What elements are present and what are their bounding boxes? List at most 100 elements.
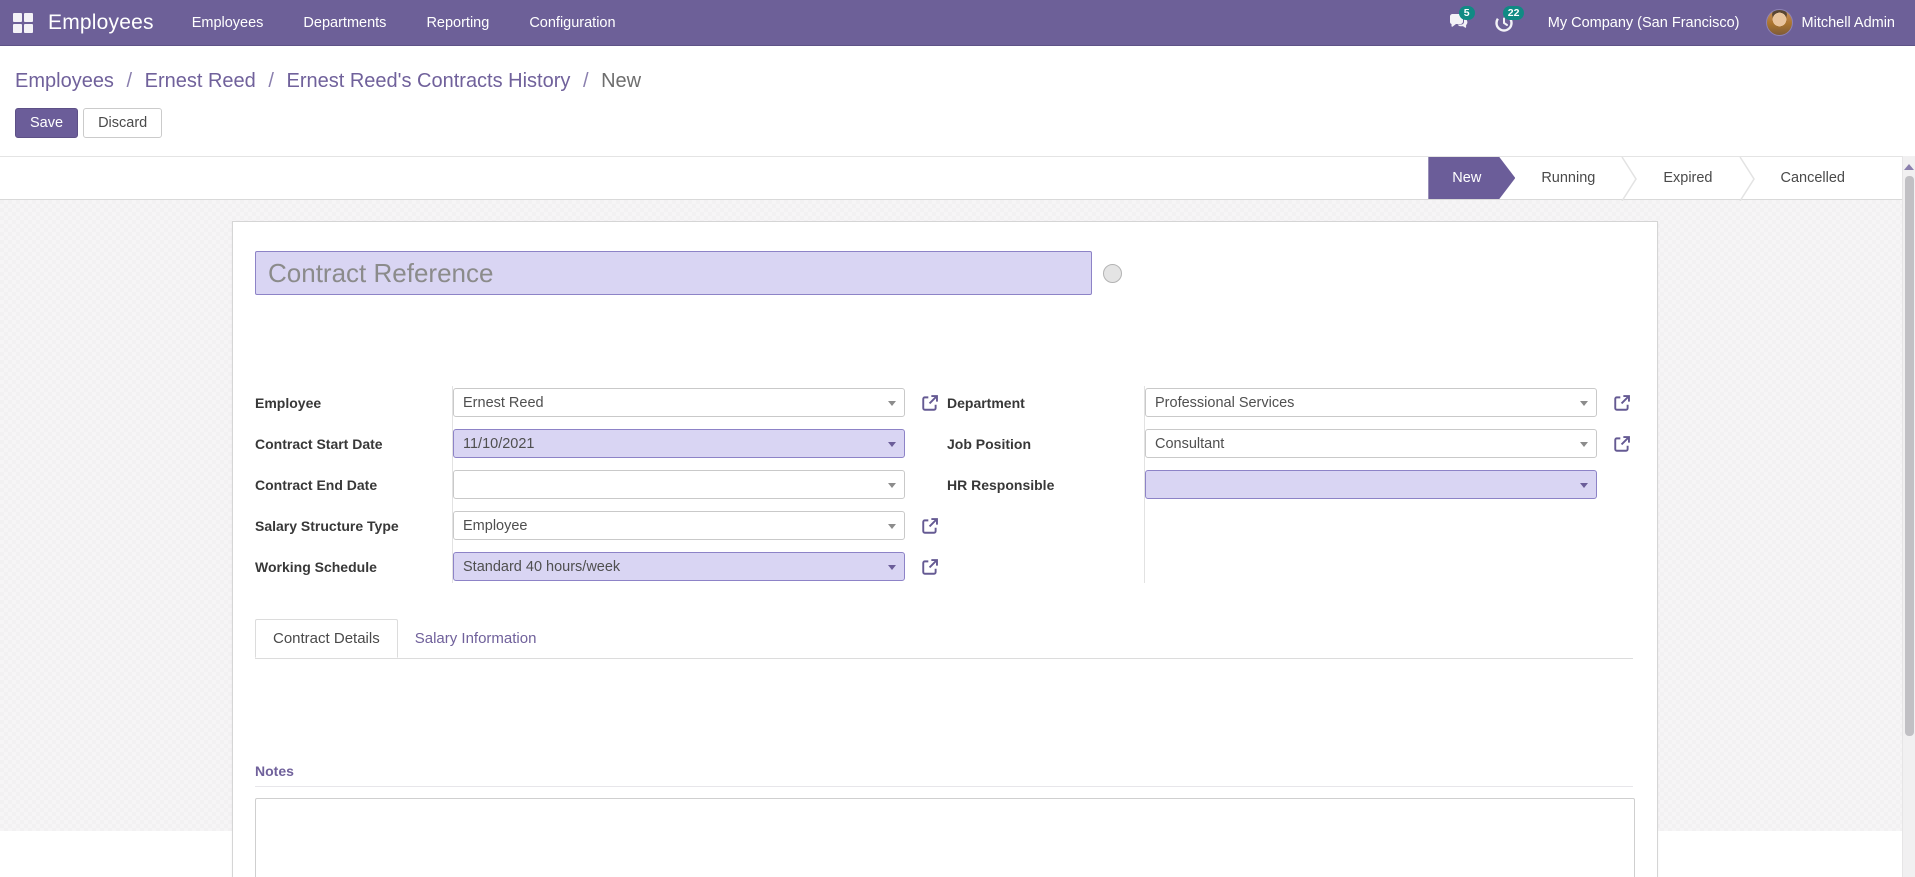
working-schedule-external-link[interactable] — [905, 558, 939, 576]
breadcrumb-ernest-reed-link[interactable]: Ernest Reed — [145, 70, 256, 92]
save-button[interactable]: Save — [15, 108, 79, 138]
user-avatar — [1765, 9, 1793, 36]
form-action-buttons: Save Discard — [15, 108, 1915, 138]
notes-divider — [255, 786, 1633, 787]
breadcrumb-employees-link[interactable]: Employees — [15, 70, 114, 92]
user-menu[interactable]: Mitchell Admin — [1765, 9, 1895, 36]
notes-section-label: Notes — [255, 763, 294, 779]
messages-menu-button[interactable]: 5 — [1442, 0, 1478, 46]
external-link-icon — [1614, 394, 1630, 411]
dropdown-caret-icon — [1580, 401, 1588, 406]
company-switcher[interactable]: My Company (San Francisco) — [1530, 15, 1758, 31]
main-content: Employee Ernest Reed Contract Start Date… — [0, 200, 1915, 877]
form-notebook: Contract Details Salary Information Note… — [255, 619, 1635, 877]
working-schedule-value: Standard 40 hours/week — [463, 558, 621, 575]
external-link-icon — [1614, 435, 1630, 452]
user-name: Mitchell Admin — [1801, 14, 1895, 31]
menu-item-reporting[interactable]: Reporting — [406, 0, 509, 45]
field-row-job-position: Job Position Consultant — [947, 429, 1631, 458]
job-position-value: Consultant — [1155, 435, 1225, 452]
field-row-contract-start-date: Contract Start Date 11/10/2021 — [255, 429, 941, 458]
status-new[interactable]: New — [1428, 157, 1515, 199]
contract-start-date-label: Contract Start Date — [255, 435, 383, 452]
working-schedule-select[interactable]: Standard 40 hours/week — [453, 552, 905, 581]
breadcrumb-separator: / — [268, 70, 274, 92]
apps-menu-button[interactable] — [0, 0, 46, 45]
app-brand-title[interactable]: Employees — [48, 11, 154, 35]
status-separator-icon — [1738, 157, 1755, 201]
external-link-icon — [922, 558, 938, 575]
hr-responsible-select[interactable] — [1145, 470, 1597, 499]
app-menu: Employees Departments Reporting Configur… — [172, 0, 636, 45]
field-row-working-schedule: Working Schedule Standard 40 hours/week — [255, 552, 941, 581]
employee-label: Employee — [255, 394, 322, 411]
breadcrumb: Employees / Ernest Reed / Ernest Reed's … — [15, 70, 1915, 93]
field-row-department: Department Professional Services — [947, 388, 1631, 417]
contract-start-date-input[interactable]: 11/10/2021 — [453, 429, 905, 458]
navbar-left: Employees Employees Departments Reportin… — [0, 0, 636, 45]
department-select[interactable]: Professional Services — [1145, 388, 1597, 417]
employee-external-link[interactable] — [905, 394, 939, 412]
kanban-state-circle[interactable] — [1103, 263, 1122, 283]
salary-structure-type-select[interactable]: Employee — [453, 511, 905, 540]
scrollbar-thumb[interactable] — [1904, 176, 1914, 736]
odoo-employees-app: Employees Employees Departments Reportin… — [0, 0, 1915, 877]
status-running[interactable]: Running — [1515, 157, 1621, 199]
external-link-icon — [922, 517, 938, 534]
working-schedule-label: Working Schedule — [255, 558, 377, 575]
field-row-hr-responsible: HR Responsible — [947, 470, 1631, 499]
salary-structure-type-external-link[interactable] — [905, 517, 939, 535]
field-row-salary-structure-type: Salary Structure Type Employee — [255, 511, 941, 540]
department-label: Department — [947, 394, 1025, 411]
dropdown-caret-icon — [888, 401, 896, 406]
contract-statusbar: New Running Expired Cancelled — [0, 156, 1915, 201]
breadcrumb-separator: / — [582, 70, 589, 92]
dropdown-caret-icon — [888, 524, 896, 529]
employee-value: Ernest Reed — [463, 394, 544, 411]
status-cancelled[interactable]: Cancelled — [1755, 157, 1872, 199]
page-scrollbar[interactable] — [1902, 156, 1915, 877]
scrollbar-up-arrow-icon[interactable] — [1904, 164, 1914, 170]
department-external-link[interactable] — [1597, 394, 1631, 412]
menu-item-configuration[interactable]: Configuration — [509, 0, 635, 45]
top-navbar: Employees Employees Departments Reportin… — [0, 0, 1915, 46]
activities-count-badge: 22 — [1502, 5, 1525, 20]
contract-details-tab-content: Notes — [255, 659, 1635, 877]
notebook-tabs: Contract Details Salary Information — [255, 619, 1633, 659]
field-groups: Employee Ernest Reed Contract Start Date… — [255, 386, 1633, 593]
right-field-group: Department Professional Services Job Pos… — [947, 386, 1631, 593]
field-row-employee: Employee Ernest Reed — [255, 388, 941, 417]
menu-item-departments[interactable]: Departments — [283, 0, 406, 45]
activities-menu-button[interactable]: 22 — [1486, 0, 1525, 46]
department-value: Professional Services — [1155, 394, 1295, 411]
dropdown-caret-icon — [888, 442, 896, 447]
dropdown-caret-icon — [888, 565, 896, 570]
contract-start-date-value: 11/10/2021 — [463, 435, 535, 452]
navbar-right: 5 22 My Company (San Francisco) Mitchell… — [1442, 0, 1915, 46]
breadcrumb-current-page: New — [601, 70, 642, 92]
field-row-contract-end-date: Contract End Date — [255, 470, 941, 499]
status-separator-icon — [1621, 157, 1638, 201]
hr-responsible-label: HR Responsible — [947, 476, 1055, 493]
tab-contract-details[interactable]: Contract Details — [255, 619, 398, 658]
status-expired[interactable]: Expired — [1637, 157, 1738, 199]
contract-end-date-input[interactable] — [453, 470, 905, 499]
discard-button[interactable]: Discard — [83, 108, 163, 138]
menu-item-employees[interactable]: Employees — [172, 0, 284, 45]
notes-textarea[interactable] — [255, 798, 1635, 877]
left-field-group: Employee Ernest Reed Contract Start Date… — [255, 386, 941, 593]
contract-form-sheet: Employee Ernest Reed Contract Start Date… — [232, 221, 1658, 877]
title-row — [255, 251, 1633, 295]
contract-reference-input[interactable] — [255, 251, 1092, 295]
tab-salary-information[interactable]: Salary Information — [398, 619, 554, 658]
dropdown-caret-icon — [1580, 483, 1588, 488]
job-position-external-link[interactable] — [1597, 435, 1631, 453]
salary-structure-type-label: Salary Structure Type — [255, 517, 399, 534]
salary-structure-type-value: Employee — [463, 517, 528, 534]
employee-select[interactable]: Ernest Reed — [453, 388, 905, 417]
breadcrumb-contracts-history-link[interactable]: Ernest Reed's Contracts History — [286, 70, 570, 92]
contract-end-date-label: Contract End Date — [255, 476, 378, 493]
breadcrumb-separator: / — [126, 70, 133, 92]
messages-count-badge: 5 — [1458, 5, 1475, 20]
job-position-select[interactable]: Consultant — [1145, 429, 1597, 458]
